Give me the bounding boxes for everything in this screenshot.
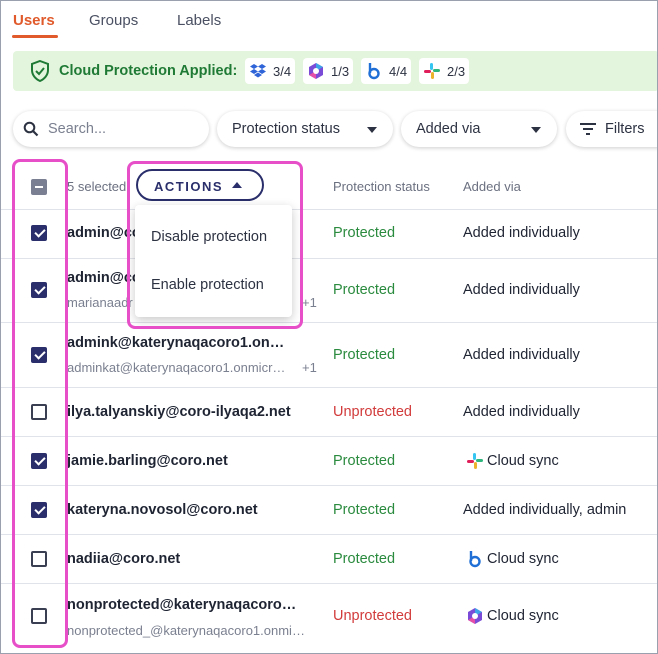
added-via: Added individually [463,225,580,241]
microsoft-365-count: 1/3 [331,63,350,79]
protection-status: Unprotected [333,404,412,420]
added-via: Cloud sync [487,453,559,469]
column-header-added-via[interactable]: Added via [463,179,521,194]
search-icon [23,121,39,137]
chevron-up-icon [232,182,242,188]
added-via: Added individually [463,347,580,363]
slack-icon [467,453,483,469]
service-chip-dropbox[interactable]: 3/4 [245,58,296,84]
user-email: nonprotected@katerynaqacoro… [67,597,297,613]
protection-status: Protected [333,551,396,567]
table-header: 5 selected Protection status Added via [1,163,657,210]
row-checkbox[interactable] [31,225,47,241]
row-checkbox[interactable] [31,502,47,518]
table-row[interactable]: admink@katerynaqacoro1.on… adminkat@kate… [1,323,657,388]
cloud-protection-banner: Cloud Protection Applied: 3/4 1/3 4/4 2/… [13,51,657,91]
user-alias: adminkat@katerynaqacoro1.onmicr… [67,360,286,375]
row-checkbox[interactable] [31,453,47,469]
table-row[interactable]: jamie.barling@coro.net Protected Cloud s… [1,437,657,486]
selected-count: 5 selected [67,179,127,194]
search-placeholder: Search... [48,121,107,137]
more-aliases-badge[interactable]: +1 [302,295,317,310]
banner-title: Cloud Protection Applied: [59,63,238,79]
user-alias: marianaadr [67,295,133,310]
select-all-checkbox[interactable] [31,179,47,195]
added-via: Cloud sync [487,608,559,624]
chevron-down-icon [531,127,541,133]
service-chip-microsoft-365[interactable]: 1/3 [303,58,354,84]
added-via: Added individually [463,404,580,420]
protection-status-select[interactable]: Protection status [217,111,393,147]
protection-status: Unprotected [333,608,412,624]
user-email: admin@co [67,225,137,241]
tab-labels[interactable]: Labels [177,12,221,29]
slack-count: 2/3 [447,63,466,79]
user-email: jamie.barling@coro.net [67,453,228,469]
service-chip-slack[interactable]: 2/3 [419,58,470,84]
slack-icon [424,63,440,79]
added-via: Added individually [463,282,580,298]
dropbox-icon [250,64,266,78]
user-email: admin@co [67,270,137,286]
row-checkbox[interactable] [31,282,47,298]
box-icon [368,63,380,80]
menu-item-enable-protection[interactable]: Enable protection [151,277,264,293]
microsoft-365-icon [468,608,482,624]
added-via-select[interactable]: Added via [401,111,557,147]
row-checkbox[interactable] [31,551,47,567]
shield-check-icon [31,60,49,82]
box-icon [469,551,481,568]
added-via: Cloud sync [487,551,559,567]
service-chip-box[interactable]: 4/4 [361,58,412,84]
menu-item-disable-protection[interactable]: Disable protection [151,229,267,245]
microsoft-365-icon [309,63,323,79]
protection-status: Protected [333,225,396,241]
tab-groups[interactable]: Groups [89,12,138,29]
more-aliases-badge[interactable]: +1 [302,360,317,375]
search-input[interactable]: Search... [13,111,209,147]
active-tab-indicator [12,35,58,38]
table-row[interactable]: ilya.talyanskiy@coro-ilyaqa2.net Unprote… [1,388,657,437]
table-row[interactable]: kateryna.novosol@coro.net Protected Adde… [1,486,657,535]
table-row[interactable]: nonprotected@katerynaqacoro… nonprotecte… [1,584,657,648]
protection-status: Protected [333,502,396,518]
table-row[interactable]: admin@co Protected Added individually [1,209,657,259]
filters-button[interactable]: Filters [566,111,657,147]
row-checkbox[interactable] [31,608,47,624]
protection-status: Protected [333,282,396,298]
protection-status-select-label: Protection status [232,121,340,137]
dropbox-count: 3/4 [273,63,292,79]
protection-status: Protected [333,453,396,469]
added-via: Added individually, admin [463,502,627,518]
row-checkbox[interactable] [31,347,47,363]
box-count: 4/4 [389,63,408,79]
user-email: nadiia@coro.net [67,551,181,567]
actions-button[interactable]: ACTIONS [136,169,264,201]
tab-bar: Users Groups Labels [1,1,657,41]
row-checkbox[interactable] [31,404,47,420]
actions-button-label: ACTIONS [154,179,223,194]
user-email: admink@katerynaqacoro1.on… [67,335,285,351]
user-email: kateryna.novosol@coro.net [67,502,258,518]
actions-menu: Disable protection Enable protection [135,205,292,317]
added-via-select-label: Added via [416,121,481,137]
protection-status: Protected [333,347,396,363]
users-page: Users Groups Labels Cloud Protection App… [0,0,658,654]
user-email: ilya.talyanskiy@coro-ilyaqa2.net [67,404,291,420]
column-header-protection-status[interactable]: Protection status [333,179,430,194]
user-alias: nonprotected_@katerynaqacoro1.onmi… [67,623,305,638]
table-row[interactable]: admin@co marianaadr +1 Protected Added i… [1,259,657,323]
tab-users[interactable]: Users [13,12,55,29]
chevron-down-icon [367,127,377,133]
filter-icon [580,123,596,135]
table-row[interactable]: nadiia@coro.net Protected Cloud sync [1,535,657,584]
filters-button-label: Filters [605,121,645,137]
